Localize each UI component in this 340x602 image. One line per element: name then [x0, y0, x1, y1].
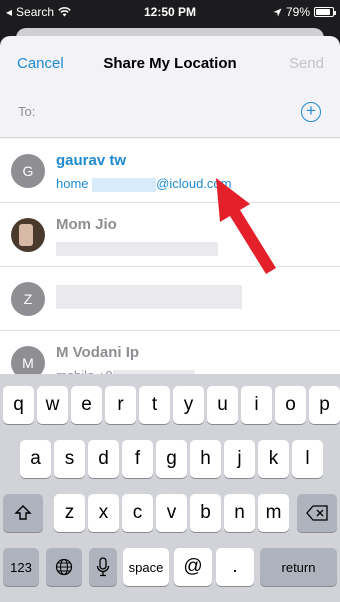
key-q[interactable]: q	[3, 386, 34, 424]
space-key[interactable]: space	[123, 548, 169, 586]
key-m[interactable]: m	[258, 494, 289, 532]
shift-icon	[14, 505, 32, 520]
list-item[interactable]: G gaurav tw home @icloud.com	[0, 139, 340, 203]
annotation-arrow-icon	[216, 178, 276, 274]
to-label: To:	[18, 104, 36, 119]
contact-detail: home @icloud.com	[56, 176, 231, 192]
contact-detail	[56, 240, 218, 256]
list-item[interactable]: Mom Jio	[0, 203, 340, 267]
redacted-block	[56, 241, 218, 256]
status-right: 79%	[273, 5, 336, 19]
contact-name	[56, 285, 242, 309]
redacted-block	[56, 285, 242, 309]
key-v[interactable]: v	[156, 494, 187, 532]
avatar	[11, 218, 45, 252]
contact-detail-prefix: home	[56, 176, 93, 191]
delete-icon	[306, 505, 328, 521]
send-button[interactable]: Send	[289, 55, 324, 72]
cancel-button[interactable]: Cancel	[17, 55, 64, 72]
dot-key[interactable]: .	[216, 548, 254, 586]
battery-icon	[314, 7, 336, 17]
key-l[interactable]: l	[292, 440, 323, 478]
to-field[interactable]: To: +	[0, 92, 340, 138]
key-k[interactable]: k	[258, 440, 289, 478]
add-contact-icon[interactable]: +	[301, 102, 321, 122]
location-arrow-icon	[273, 8, 282, 16]
key-h[interactable]: h	[190, 440, 221, 478]
key-c[interactable]: c	[122, 494, 153, 532]
at-key[interactable]: @	[174, 548, 212, 586]
avatar: G	[11, 154, 45, 188]
key-d[interactable]: d	[88, 440, 119, 478]
key-p[interactable]: p	[309, 386, 340, 424]
list-item[interactable]: Z	[0, 267, 340, 331]
navigation-bar: Cancel Share My Location Send	[0, 36, 340, 92]
microphone-key[interactable]	[89, 548, 117, 586]
battery-percent: 79%	[285, 5, 310, 19]
globe-icon	[55, 558, 73, 576]
key-a[interactable]: a	[20, 440, 51, 478]
avatar: Z	[11, 282, 45, 316]
key-f[interactable]: f	[122, 440, 153, 478]
key-t[interactable]: t	[139, 386, 170, 424]
key-j[interactable]: j	[224, 440, 255, 478]
key-x[interactable]: x	[88, 494, 119, 532]
delete-key[interactable]	[297, 494, 337, 532]
contact-name: gaurav tw	[56, 152, 127, 169]
key-w[interactable]: w	[37, 386, 68, 424]
redacted-block	[92, 177, 157, 192]
keyboard: q w e r t y u i o p a s d f g h j k l z x c v b n m 123 space @. retu…	[0, 374, 340, 602]
key-u[interactable]: u	[207, 386, 238, 424]
status-bar: ◂ Search 12:50 PM 79%	[0, 0, 340, 26]
key-r[interactable]: r	[105, 386, 136, 424]
key-o[interactable]: o	[275, 386, 306, 424]
key-e[interactable]: e	[71, 386, 102, 424]
key-g[interactable]: g	[156, 440, 187, 478]
key-y[interactable]: y	[173, 386, 204, 424]
key-n[interactable]: n	[224, 494, 255, 532]
key-b[interactable]: b	[190, 494, 221, 532]
contact-name: Mom Jio	[56, 216, 117, 233]
shift-key[interactable]	[3, 494, 43, 532]
key-z[interactable]: z	[54, 494, 85, 532]
key-i[interactable]: i	[241, 386, 272, 424]
microphone-icon	[96, 557, 110, 577]
return-key[interactable]: return	[260, 548, 337, 586]
key-s[interactable]: s	[54, 440, 85, 478]
contact-name: M Vodani Ip	[56, 344, 140, 361]
contact-suggestions: G gaurav tw home @icloud.com Mom Jio Z M…	[0, 139, 340, 389]
numbers-key[interactable]: 123	[3, 548, 39, 586]
globe-key[interactable]	[46, 548, 82, 586]
